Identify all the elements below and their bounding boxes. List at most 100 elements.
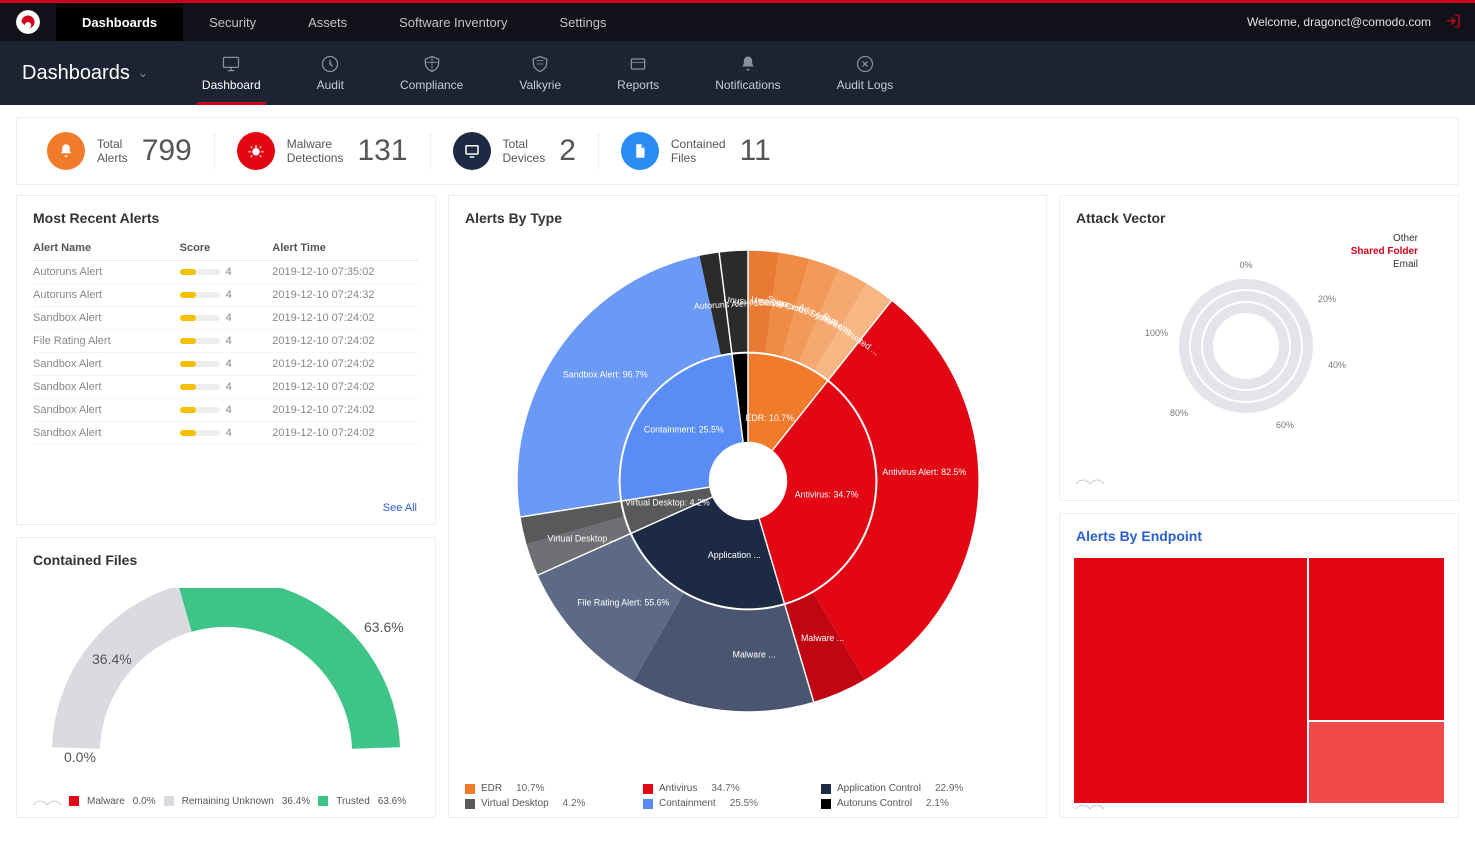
col-time: Alert Time — [272, 242, 419, 254]
svg-text:Virtual Desktop ...: Virtual Desktop ... — [547, 533, 616, 543]
legend-item[interactable]: Autoruns Control2.1% — [821, 798, 981, 809]
cell-score: 4 — [180, 381, 273, 393]
legend-item[interactable]: Containment25.5% — [643, 798, 803, 809]
svg-text:20%: 20% — [1318, 294, 1336, 304]
legend-pct: 4.2% — [563, 798, 586, 809]
treemap-chart[interactable] — [1074, 558, 1444, 804]
panel-title: Contained Files — [33, 552, 419, 568]
cell-time: 2019-12-10 07:24:32 — [272, 289, 419, 301]
legend-pct: 22.9% — [935, 783, 963, 794]
table-header: Alert Name Score Alert Time — [33, 236, 419, 261]
subnav-title-text: Dashboards — [22, 62, 130, 85]
nav-dashboards[interactable]: Dashboards — [56, 3, 183, 41]
subnav-compliance[interactable]: Compliance — [372, 41, 491, 105]
subnav-label: Reports — [617, 78, 659, 92]
treemap-tile[interactable] — [1309, 558, 1444, 720]
nav-label: Dashboards — [82, 15, 157, 30]
panel-alerts-by-endpoint: Alerts By Endpoint — [1059, 513, 1459, 819]
panel-title: Most Recent Alerts — [33, 210, 419, 226]
subnav-notifications[interactable]: Notifications — [687, 41, 808, 105]
logout-icon[interactable] — [1445, 13, 1475, 32]
bug-circle-icon — [237, 132, 275, 170]
attack-legend: Other Shared Folder Email — [1351, 232, 1418, 271]
stat-value: 11 — [740, 134, 771, 168]
gauge-chart[interactable]: 63.6% 36.4% 0.0% — [33, 578, 419, 768]
logs-icon — [855, 54, 875, 74]
chevron-down-icon: ⌄ — [138, 66, 148, 80]
valkyrie-icon — [530, 54, 550, 74]
stat-value: 131 — [357, 134, 407, 168]
legend-name: Application Control — [837, 783, 921, 794]
alerts-table: Alert Name Score Alert Time Autoruns Ale… — [33, 236, 419, 445]
svg-text:80%: 80% — [1170, 408, 1188, 418]
sparkline-icon — [1076, 799, 1104, 811]
stat-malware[interactable]: MalwareDetections 131 — [215, 132, 431, 170]
table-row[interactable]: Sandbox Alert42019-12-10 07:24:02 — [33, 307, 419, 330]
legend-swatch — [164, 796, 174, 806]
sparkline-icon — [1076, 474, 1104, 486]
subnav-dashboard[interactable]: Dashboard — [174, 41, 289, 105]
legend-name: EDR — [481, 783, 502, 794]
cell-score: 4 — [180, 404, 273, 416]
radial-chart[interactable]: 0% 20% 40% 60% 80% 100% — [1116, 246, 1376, 436]
legend-item[interactable]: EDR 10.7% — [465, 783, 625, 794]
subnav-title[interactable]: Dashboards ⌄ — [0, 41, 174, 105]
legend-label: Trusted — [336, 796, 370, 807]
nav-assets[interactable]: Assets — [282, 3, 373, 41]
file-circle-icon — [621, 132, 659, 170]
gauge-trusted-label: 63.6% — [364, 619, 404, 635]
table-row[interactable]: Autoruns Alert42019-12-10 07:35:02 — [33, 261, 419, 284]
nav-security[interactable]: Security — [183, 3, 282, 41]
svg-text:Antivirus: 34.7%: Antivirus: 34.7% — [794, 490, 858, 500]
brand-logo[interactable] — [0, 9, 56, 35]
table-row[interactable]: Autoruns Alert42019-12-10 07:24:32 — [33, 284, 419, 307]
sub-nav: Dashboards ⌄ Dashboard Audit Compliance … — [0, 41, 1475, 105]
table-row[interactable]: Sandbox Alert42019-12-10 07:24:02 — [33, 422, 419, 445]
gauge-unknown-label: 36.4% — [92, 651, 132, 667]
score-bar — [180, 361, 220, 367]
subnav-audit[interactable]: Audit — [289, 41, 372, 105]
nav-label: Assets — [308, 15, 347, 30]
nav-software-inventory[interactable]: Software Inventory — [373, 3, 533, 41]
subnav-audit-logs[interactable]: Audit Logs — [809, 41, 922, 105]
svg-text:Sandbox Alert: 96.7%: Sandbox Alert: 96.7% — [562, 369, 647, 379]
svg-text:40%: 40% — [1328, 360, 1346, 370]
cell-name: Sandbox Alert — [33, 404, 180, 416]
subnav-reports[interactable]: Reports — [589, 41, 687, 105]
sunburst-chart[interactable]: EDR: 10.7% Antivirus: 34.7% Application … — [465, 236, 1030, 759]
stat-devices[interactable]: TotalDevices 2 — [431, 132, 599, 170]
cell-name: Sandbox Alert — [33, 427, 180, 439]
legend-item[interactable]: Antivirus34.7% — [643, 783, 803, 794]
gauge-malware-label: 0.0% — [64, 749, 96, 765]
panel-alerts-by-type: Alerts By Type — [448, 195, 1047, 818]
col-name: Alert Name — [33, 242, 180, 254]
legend-name: Antivirus — [659, 783, 697, 794]
table-row[interactable]: Sandbox Alert42019-12-10 07:24:02 — [33, 353, 419, 376]
legend-swatch — [643, 784, 653, 794]
subnav-valkyrie[interactable]: Valkyrie — [491, 41, 589, 105]
stat-contained[interactable]: ContainedFiles 11 — [599, 132, 793, 170]
legend-pct: 10.7% — [516, 783, 544, 794]
panel-title[interactable]: Alerts By Endpoint — [1076, 528, 1442, 544]
legend-item[interactable]: Application Control 22.9% — [821, 783, 981, 794]
table-row[interactable]: Sandbox Alert42019-12-10 07:24:02 — [33, 376, 419, 399]
subnav-label: Notifications — [715, 78, 780, 92]
svg-text:100%: 100% — [1145, 328, 1168, 338]
treemap-tile[interactable] — [1074, 558, 1307, 804]
see-all-link[interactable]: See All — [383, 502, 417, 514]
stat-total-alerts[interactable]: TotalAlerts 799 — [25, 132, 215, 170]
cell-name: File Rating Alert — [33, 335, 180, 347]
svg-text:Malware ...: Malware ... — [800, 633, 843, 643]
subnav-label: Audit Logs — [837, 78, 894, 92]
col-score: Score — [180, 242, 273, 254]
legend-pct: 36.4% — [282, 796, 310, 807]
content-area: TotalAlerts 799 MalwareDetections 131 To… — [0, 105, 1475, 842]
legend-item[interactable]: Virtual Desktop4.2% — [465, 798, 625, 809]
cell-time: 2019-12-10 07:35:02 — [272, 266, 419, 278]
table-row[interactable]: Sandbox Alert42019-12-10 07:24:02 — [33, 399, 419, 422]
nav-settings[interactable]: Settings — [534, 3, 633, 41]
table-row[interactable]: File Rating Alert42019-12-10 07:24:02 — [33, 330, 419, 353]
treemap-tile[interactable] — [1309, 722, 1444, 803]
panel-recent-alerts: Most Recent Alerts Alert Name Score Aler… — [16, 195, 436, 525]
cell-name: Sandbox Alert — [33, 381, 180, 393]
